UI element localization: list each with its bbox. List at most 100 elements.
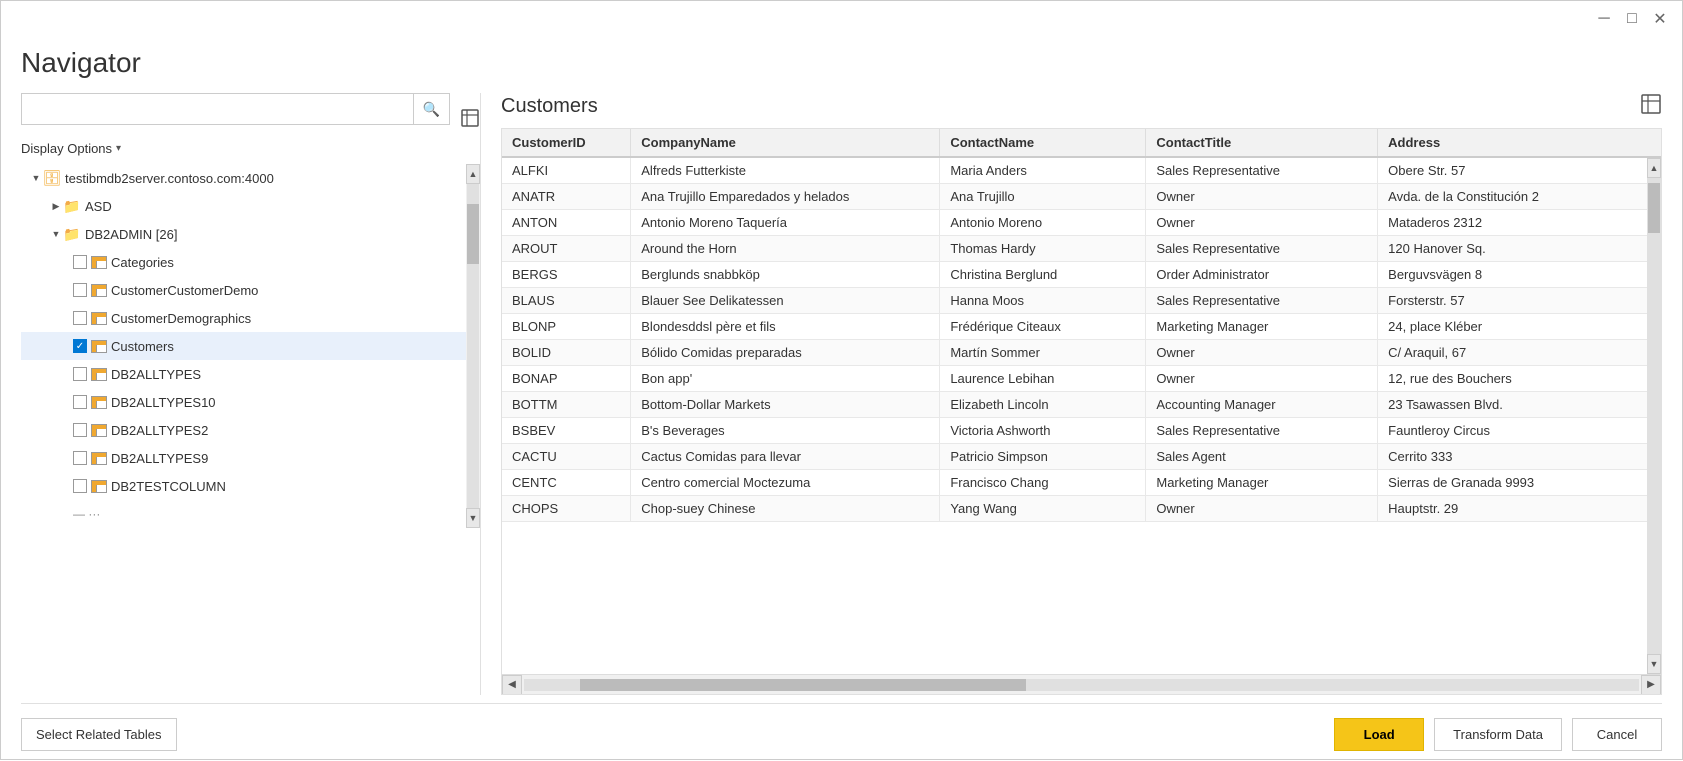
data-table-container: CustomerID CompanyName ContactName Conta… xyxy=(501,128,1662,695)
cell-customerid: AROUT xyxy=(502,236,631,262)
tree-area: ▼ 🗄 testibmdb2server.contoso.com:4000 ▶ … xyxy=(21,164,480,695)
minimize-button[interactable]: ─ xyxy=(1594,9,1614,29)
cell-contactname: Antonio Moreno xyxy=(940,210,1146,236)
cell-contactname: Laurence Lebihan xyxy=(940,366,1146,392)
cell-customerid: BONAP xyxy=(502,366,631,392)
data-horizontal-scrollbar[interactable]: ◀ ▶ xyxy=(502,674,1661,694)
left-panel: 🔍 Display Options ▾ xyxy=(21,93,481,695)
db2alltypes-label: DB2ALLTYPES xyxy=(111,367,201,382)
customers-checkbox[interactable]: ✓ xyxy=(73,339,87,353)
cell-address: 23 Tsawassen Blvd. xyxy=(1378,392,1661,418)
cell-contacttitle: Sales Representative xyxy=(1146,288,1378,314)
tree-item-db2alltypes2[interactable]: DB2ALLTYPES2 xyxy=(21,416,466,444)
maximize-button[interactable]: □ xyxy=(1622,9,1642,29)
h-scroll-left[interactable]: ◀ xyxy=(502,675,522,695)
table-row: BLAUSBlauer See DelikatessenHanna MoosSa… xyxy=(502,288,1661,314)
footer: Select Related Tables Load Transform Dat… xyxy=(21,703,1662,761)
search-button[interactable]: 🔍 xyxy=(413,94,449,124)
asd-folder-icon: 📁 xyxy=(63,199,81,213)
preview-table-body: ALFKIAlfreds FutterkisteMaria AndersSale… xyxy=(502,158,1661,522)
data-scroll-down[interactable]: ▼ xyxy=(1647,654,1661,674)
transform-data-button[interactable]: Transform Data xyxy=(1434,718,1562,751)
table-row: AROUTAround the HornThomas HardySales Re… xyxy=(502,236,1661,262)
categories-checkbox[interactable] xyxy=(73,255,87,269)
cell-companyname: Ana Trujillo Emparedados y helados xyxy=(631,184,940,210)
cell-companyname: Bon app' xyxy=(631,366,940,392)
title-bar: ─ □ ✕ xyxy=(1,1,1682,37)
data-scroll-up[interactable]: ▲ xyxy=(1647,158,1661,178)
cancel-button[interactable]: Cancel xyxy=(1572,718,1662,751)
tree-item-customerdemographics[interactable]: CustomerDemographics xyxy=(21,304,466,332)
tree-item-db2admin[interactable]: ▼ 📁 DB2ADMIN [26] xyxy=(21,220,466,248)
db2alltypes-checkbox[interactable] xyxy=(73,367,87,381)
db2alltypes9-checkbox[interactable] xyxy=(73,451,87,465)
display-options-button[interactable]: Display Options ▾ xyxy=(21,141,480,156)
data-vertical-scrollbar[interactable]: ▲ ▼ xyxy=(1647,158,1661,674)
cell-contacttitle: Owner xyxy=(1146,210,1378,236)
cell-contactname: Thomas Hardy xyxy=(940,236,1146,262)
tree-item-db2testcolumn[interactable]: DB2TESTCOLUMN xyxy=(21,472,466,500)
tree-item-customercustomerdemo[interactable]: CustomerCustomerDemo xyxy=(21,276,466,304)
tree-vertical-scrollbar[interactable]: ▲ ▼ xyxy=(466,164,480,528)
preview-title: Customers xyxy=(501,95,598,118)
expand-server-icon[interactable]: ▼ xyxy=(29,171,43,185)
data-scroll-track xyxy=(1647,178,1661,654)
tree-item-customers[interactable]: ✓ Customers xyxy=(21,332,466,360)
cell-address: C/ Araquil, 67 xyxy=(1378,340,1661,366)
cell-contacttitle: Owner xyxy=(1146,366,1378,392)
preview-refresh-button[interactable] xyxy=(1640,93,1662,120)
db2alltypes10-checkbox[interactable] xyxy=(73,395,87,409)
cell-contactname: Frédérique Citeaux xyxy=(940,314,1146,340)
cell-contacttitle: Marketing Manager xyxy=(1146,314,1378,340)
db2alltypes2-checkbox[interactable] xyxy=(73,423,87,437)
cell-companyname: Berglunds snabbköp xyxy=(631,262,940,288)
table-row: ANATRAna Trujillo Emparedados y heladosA… xyxy=(502,184,1661,210)
tree-item-categories[interactable]: Categories xyxy=(21,248,466,276)
col-contactname: ContactName xyxy=(940,129,1146,157)
customerdemographics-checkbox[interactable] xyxy=(73,311,87,325)
cell-customerid: BOTTM xyxy=(502,392,631,418)
db2alltypes9-label: DB2ALLTYPES9 xyxy=(111,451,208,466)
table-row: BOTTMBottom-Dollar MarketsElizabeth Linc… xyxy=(502,392,1661,418)
cell-customerid: BLAUS xyxy=(502,288,631,314)
scroll-track xyxy=(467,184,479,508)
customercustomerdemo-checkbox[interactable] xyxy=(73,283,87,297)
cell-address: Hauptstr. 29 xyxy=(1378,496,1661,522)
cell-contacttitle: Sales Agent xyxy=(1146,444,1378,470)
db2testcolumn-checkbox[interactable] xyxy=(73,479,87,493)
search-input[interactable] xyxy=(22,94,413,124)
tree-item-asd[interactable]: ▶ 📁 ASD xyxy=(21,192,466,220)
page-title: Navigator xyxy=(21,37,1662,93)
scroll-up-arrow[interactable]: ▲ xyxy=(466,164,480,184)
expand-db2admin-icon[interactable]: ▼ xyxy=(49,227,63,241)
tree-item-db2alltypes[interactable]: DB2ALLTYPES xyxy=(21,360,466,388)
cell-customerid: CACTU xyxy=(502,444,631,470)
cell-customerid: BSBEV xyxy=(502,418,631,444)
customerdemographics-label: CustomerDemographics xyxy=(111,311,251,326)
tree-item-db2alltypes10[interactable]: DB2ALLTYPES10 xyxy=(21,388,466,416)
close-button[interactable]: ✕ xyxy=(1650,9,1670,29)
tree-item-server[interactable]: ▼ 🗄 testibmdb2server.contoso.com:4000 xyxy=(21,164,466,192)
scroll-thumb xyxy=(467,204,479,264)
tree-refresh-button[interactable] xyxy=(460,108,480,133)
load-button[interactable]: Load xyxy=(1334,718,1424,751)
tree-item-db2alltypes9[interactable]: DB2ALLTYPES9 xyxy=(21,444,466,472)
cell-customerid: BLONP xyxy=(502,314,631,340)
h-scroll-track xyxy=(524,679,1639,691)
expand-asd-icon[interactable]: ▶ xyxy=(49,199,63,213)
right-panel: Customers CustomerID xyxy=(481,93,1662,695)
cell-address: Sierras de Granada 9993 xyxy=(1378,470,1661,496)
cell-customerid: CENTC xyxy=(502,470,631,496)
table-row: BERGSBerglunds snabbköpChristina Berglun… xyxy=(502,262,1661,288)
db2admin-folder-icon: 📁 xyxy=(63,227,81,241)
col-companyname: CompanyName xyxy=(631,129,940,157)
select-related-button[interactable]: Select Related Tables xyxy=(21,718,177,751)
scroll-down-arrow[interactable]: ▼ xyxy=(466,508,480,528)
cell-address: Avda. de la Constitución 2 xyxy=(1378,184,1661,210)
cell-companyname: B's Beverages xyxy=(631,418,940,444)
cell-companyname: Antonio Moreno Taquería xyxy=(631,210,940,236)
table-row: ANTONAntonio Moreno TaqueríaAntonio More… xyxy=(502,210,1661,236)
table-row: BSBEVB's BeveragesVictoria AshworthSales… xyxy=(502,418,1661,444)
cell-address: Mataderos 2312 xyxy=(1378,210,1661,236)
h-scroll-right[interactable]: ▶ xyxy=(1641,675,1661,695)
